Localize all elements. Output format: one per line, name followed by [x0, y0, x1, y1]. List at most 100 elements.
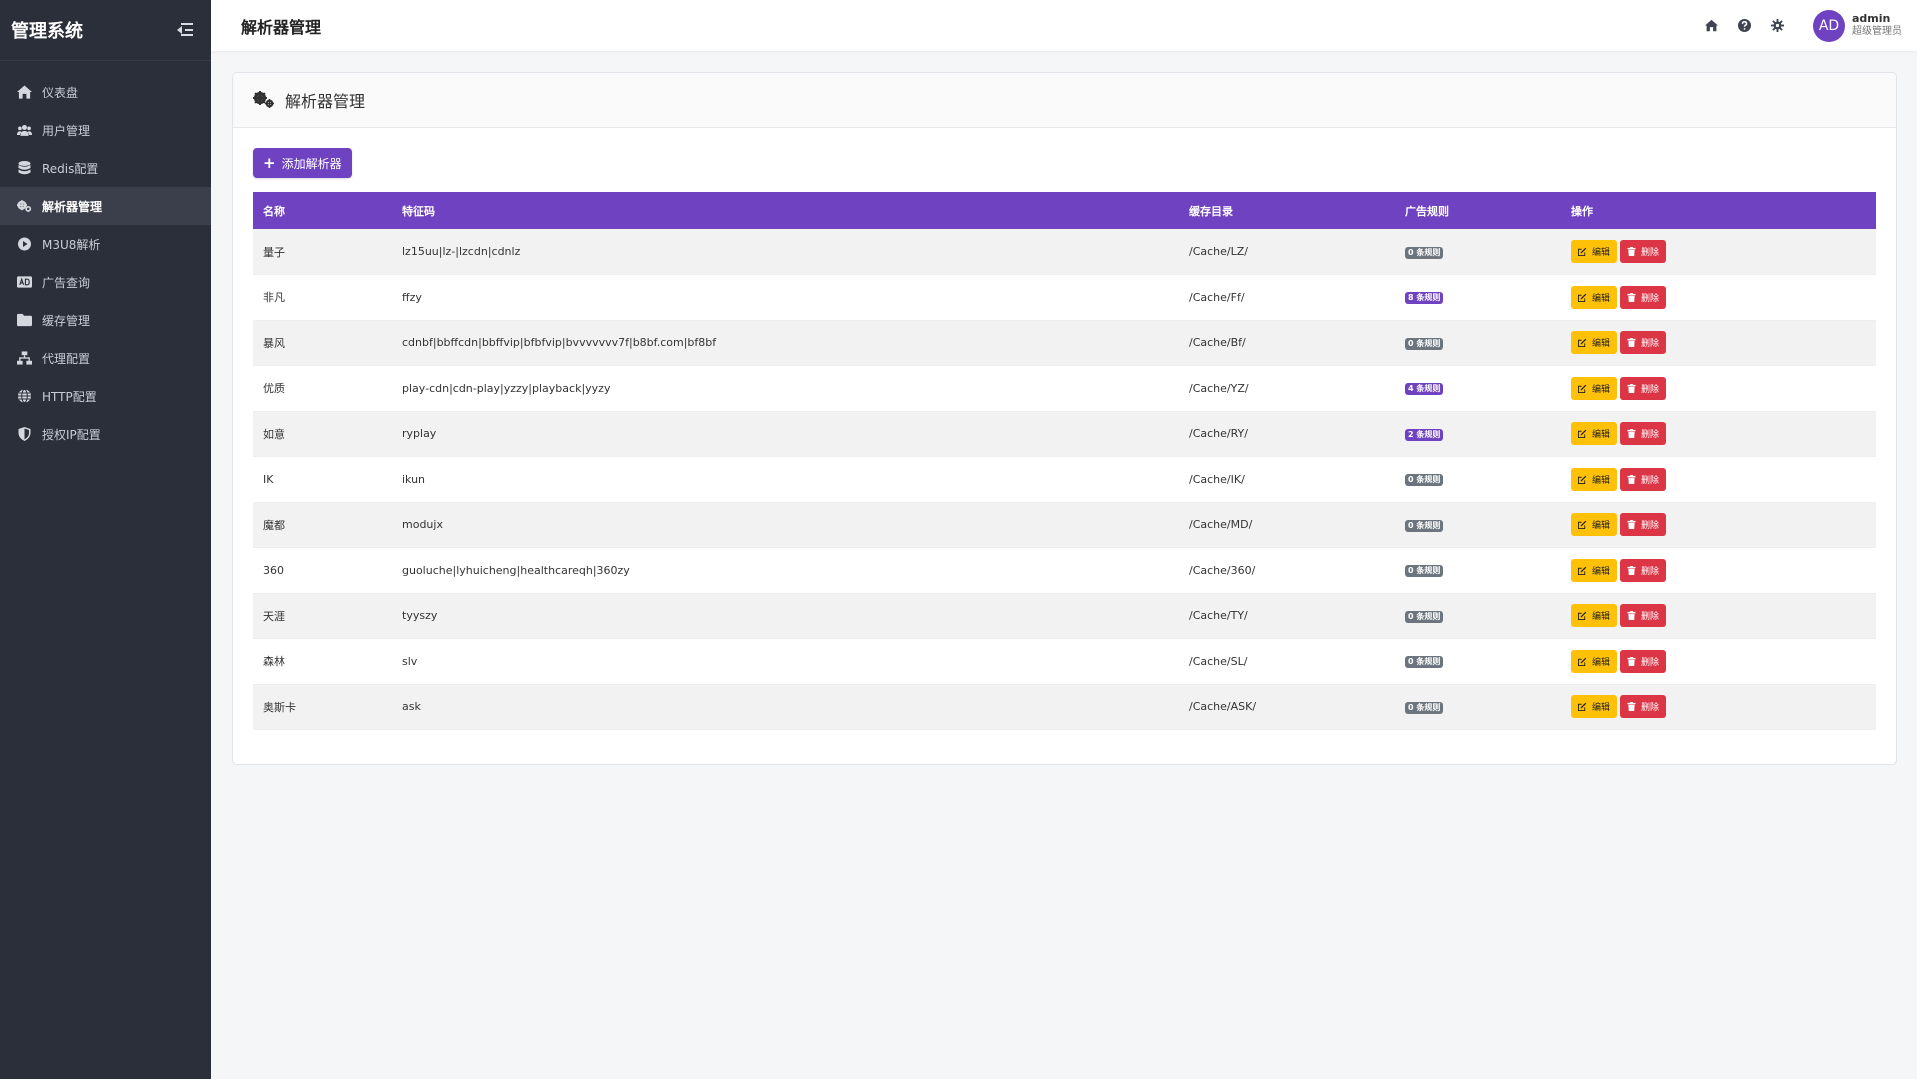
cell-cache-dir: /Cache/RY/ [1179, 411, 1395, 457]
sidebar-item-label: 缓存管理 [42, 313, 91, 328]
edit-label: 编辑 [1592, 430, 1611, 441]
delete-button[interactable]: 删除 [1620, 331, 1667, 355]
sidebar-nav: 仪表盘 用户管理 Redis配置 解析器管理 M3U8解析 广告查询 缓存管理 [0, 73, 211, 453]
edit-button[interactable]: 编辑 [1571, 240, 1618, 263]
settings-icon[interactable] [1770, 19, 1784, 33]
cell-ad-rules: 0 条规则 [1395, 593, 1561, 639]
delete-button[interactable]: 删除 [1620, 240, 1667, 263]
cell-signature: guoluche|lyhuicheng|healthcareqh|360zy [392, 547, 1179, 594]
help-icon[interactable] [1737, 19, 1751, 33]
cell-signature: ask [392, 684, 1179, 730]
delete-button[interactable]: 删除 [1620, 285, 1667, 309]
edit-label: 编辑 [1592, 384, 1611, 395]
edit-button[interactable]: 编辑 [1571, 649, 1618, 673]
edit-icon [1578, 338, 1587, 348]
network-icon [15, 351, 33, 365]
column-header-name[interactable]: 名称 [253, 192, 392, 229]
cell-cache-dir: /Cache/YZ/ [1179, 365, 1395, 412]
column-header-cache[interactable]: 缓存目录 [1179, 192, 1395, 229]
cell-name: 奥斯卡 [253, 684, 392, 730]
edit-button[interactable]: 编辑 [1571, 513, 1618, 537]
cell-ad-rules: 0 条规则 [1395, 684, 1561, 730]
add-parser-button[interactable]: + 添加解析器 [253, 148, 352, 178]
sidebar-item-ads[interactable]: 广告查询 [0, 263, 211, 301]
cell-cache-dir: /Cache/SL/ [1179, 638, 1395, 685]
delete-button[interactable]: 删除 [1620, 467, 1667, 491]
edit-icon [1578, 293, 1587, 302]
ad-rules-badge: 2 条规则 [1405, 428, 1444, 441]
sidebar-item-users[interactable]: 用户管理 [0, 111, 211, 149]
cell-ad-rules: 0 条规则 [1395, 502, 1561, 548]
delete-label: 删除 [1641, 293, 1660, 304]
column-header-signature[interactable]: 特征码 [392, 192, 1179, 229]
trash-icon [1627, 656, 1636, 666]
edit-button[interactable]: 编辑 [1571, 558, 1618, 582]
edit-button[interactable]: 编辑 [1571, 695, 1618, 719]
avatar[interactable]: AD [1813, 9, 1845, 42]
edit-button[interactable]: 编辑 [1571, 376, 1618, 400]
delete-button[interactable]: 删除 [1620, 558, 1667, 582]
sidebar-item-http[interactable]: HTTP配置 [0, 377, 211, 415]
sidebar-item-label: Redis配置 [42, 161, 99, 176]
cell-name: 如意 [253, 411, 392, 457]
cell-cache-dir: /Cache/LZ/ [1179, 229, 1395, 275]
cell-cache-dir: /Cache/MD/ [1179, 502, 1395, 548]
trash-icon [1627, 429, 1636, 439]
user-info[interactable]: admin 超级管理员 [1852, 12, 1902, 38]
plus-icon: + [263, 154, 276, 172]
delete-button[interactable]: 删除 [1620, 695, 1667, 719]
delete-button[interactable]: 删除 [1620, 604, 1667, 628]
cell-cache-dir: /Cache/ASK/ [1179, 684, 1395, 730]
cell-ad-rules: 0 条规则 [1395, 547, 1561, 594]
column-header-ad-rules[interactable]: 广告规则 [1395, 192, 1561, 229]
cell-signature: cdnbf|bbffcdn|bbffvip|bfbfvip|bvvvvvvv7f… [392, 320, 1179, 366]
cell-actions: 编辑 删除 [1561, 274, 1876, 321]
delete-label: 删除 [1641, 566, 1660, 577]
table-row: 森林 slv/Cache/SL/0 条规则 编辑 删除 [253, 638, 1876, 685]
column-header-actions: 操作 [1571, 204, 1593, 218]
table-row: IK ikun/Cache/IK/0 条规则 编辑 删除 [253, 456, 1876, 503]
delete-label: 删除 [1641, 612, 1660, 623]
sidebar-toggle-icon[interactable] [177, 23, 193, 37]
edit-icon [1578, 702, 1587, 712]
cell-name: 非凡 [253, 274, 392, 321]
edit-button[interactable]: 编辑 [1571, 422, 1618, 446]
ad-rules-badge: 0 条规则 [1405, 337, 1444, 350]
cell-name: 360 [253, 547, 392, 594]
sidebar-item-m3u8[interactable]: M3U8解析 [0, 225, 211, 263]
delete-button[interactable]: 删除 [1620, 649, 1667, 673]
cell-ad-rules: 0 条规则 [1395, 638, 1561, 685]
cell-signature: modujx [392, 502, 1179, 548]
cell-actions: 编辑 删除 [1561, 365, 1876, 412]
parser-card: 解析器管理 + 添加解析器 名称 特征码 缓存目录 广告规则 操作 量子 lz15… [232, 72, 1897, 765]
edit-button[interactable]: 编辑 [1571, 285, 1618, 309]
cell-actions: 编辑 删除 [1561, 638, 1876, 685]
cell-ad-rules: 0 条规则 [1395, 320, 1561, 366]
sidebar-item-parsers[interactable]: 解析器管理 [0, 187, 211, 225]
cell-cache-dir: /Cache/Bf/ [1179, 320, 1395, 366]
delete-button[interactable]: 删除 [1620, 422, 1667, 446]
sidebar-item-auth-ip[interactable]: 授权IP配置 [0, 415, 211, 453]
play-circle-icon [15, 237, 33, 251]
delete-button[interactable]: 删除 [1620, 513, 1667, 537]
edit-label: 编辑 [1592, 293, 1611, 304]
sidebar-item-proxy[interactable]: 代理配置 [0, 339, 211, 377]
edit-label: 编辑 [1592, 475, 1611, 486]
trash-icon [1627, 702, 1636, 712]
cell-signature: tyyszy [392, 593, 1179, 639]
edit-button[interactable]: 编辑 [1571, 467, 1618, 491]
edit-icon [1578, 429, 1587, 439]
sidebar-item-cache[interactable]: 缓存管理 [0, 301, 211, 339]
trash-icon [1627, 383, 1636, 393]
home-icon[interactable] [1704, 19, 1718, 33]
delete-button[interactable]: 删除 [1620, 376, 1667, 400]
trash-icon [1627, 292, 1636, 302]
edit-button[interactable]: 编辑 [1571, 604, 1618, 628]
sidebar-item-dashboard[interactable]: 仪表盘 [0, 73, 211, 111]
home-icon [15, 85, 33, 99]
edit-button[interactable]: 编辑 [1571, 331, 1618, 355]
globe-icon [15, 389, 33, 403]
table-row: 量子 lz15uu|lz-|lzcdn|cdnlz/Cache/LZ/0 条规则 编… [253, 229, 1876, 275]
sidebar-item-redis[interactable]: Redis配置 [0, 149, 211, 187]
edit-label: 编辑 [1592, 248, 1611, 258]
